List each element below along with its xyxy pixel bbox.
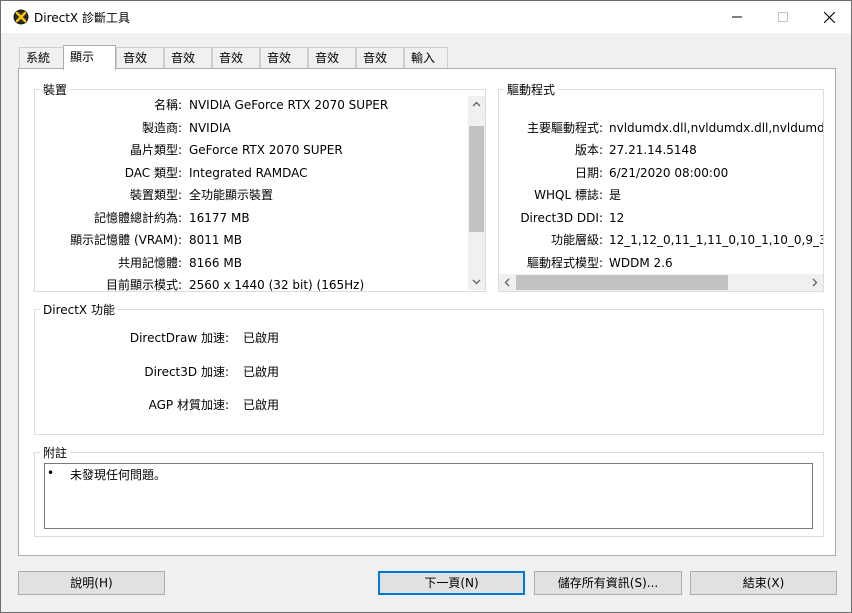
notes-group-label: 附註	[40, 444, 71, 461]
exit-button[interactable]: 結束(X)	[690, 571, 837, 595]
close-button[interactable]	[806, 1, 852, 33]
device-scroll-thumb[interactable]	[469, 126, 484, 232]
tab-sound-4[interactable]: 音效 4	[260, 47, 308, 86]
directx-features-group: DirectX 功能 DirectDraw 加速: 已啟用 Direct3D 加…	[34, 301, 824, 435]
tab-sound-2[interactable]: 音效 2	[164, 47, 212, 86]
tab-sound-1[interactable]: 音效 1	[116, 47, 164, 86]
help-button[interactable]: 說明(H)	[18, 571, 165, 595]
tab-sound-3[interactable]: 音效 3	[212, 47, 260, 86]
drivers-list[interactable]: 主要驅動程式: nvldumdx.dll,nvldumdx.dll,nvldum…	[499, 90, 823, 272]
scroll-left-arrow-icon[interactable]	[503, 278, 512, 287]
tab-input[interactable]: 輸入	[404, 47, 448, 68]
close-icon	[823, 11, 835, 23]
maximize-icon	[778, 12, 788, 22]
features-group-label: DirectX 功能	[40, 301, 118, 318]
save-all-info-button[interactable]: 儲存所有資訊(S)...	[534, 571, 682, 595]
scroll-down-arrow-icon[interactable]	[472, 277, 481, 286]
notes-bullet: •	[47, 466, 55, 480]
device-vertical-scrollbar[interactable]	[468, 96, 485, 290]
directx-app-icon	[13, 9, 29, 25]
minimize-icon	[732, 16, 742, 18]
notes-group: 附註 • 未發現任何問題。	[34, 444, 824, 537]
drivers-scroll-thumb[interactable]	[516, 275, 728, 290]
drivers-horizontal-scrollbar[interactable]	[499, 274, 823, 291]
notes-item: 未發現任何問題。	[70, 468, 167, 482]
notes-textbox[interactable]: • 未發現任何問題。	[44, 463, 813, 529]
device-group: 裝置 名稱: NVIDIA GeForce RTX 2070 SUPER 製造商…	[34, 81, 486, 292]
scroll-up-arrow-icon[interactable]	[472, 100, 481, 109]
device-list[interactable]: 名稱: NVIDIA GeForce RTX 2070 SUPER 製造商: N…	[35, 90, 468, 291]
window-title: DirectX 診斷工具	[34, 11, 130, 25]
tab-sound-5[interactable]: 音效 5	[308, 47, 356, 86]
title-bar[interactable]: DirectX 診斷工具	[1, 1, 851, 33]
minimize-button[interactable]	[714, 1, 760, 33]
tab-sound-6[interactable]: 音效 6	[356, 47, 404, 86]
display-tab-panel: 裝置 名稱: NVIDIA GeForce RTX 2070 SUPER 製造商…	[18, 68, 836, 556]
next-page-button[interactable]: 下一頁(N)	[378, 571, 525, 595]
drivers-group: 驅動程式 主要驅動程式: nvldumdx.dll,nvldumdx.dll,n…	[498, 81, 824, 292]
tab-display[interactable]: 顯示	[63, 45, 116, 70]
maximize-button[interactable]	[760, 1, 806, 33]
directx-diag-window: DirectX 診斷工具 系統 顯示 音效 1 音效 2 音效 3 音效 4 音…	[0, 0, 852, 613]
tab-system[interactable]: 系統	[19, 47, 65, 68]
scroll-right-arrow-icon[interactable]	[810, 278, 819, 287]
